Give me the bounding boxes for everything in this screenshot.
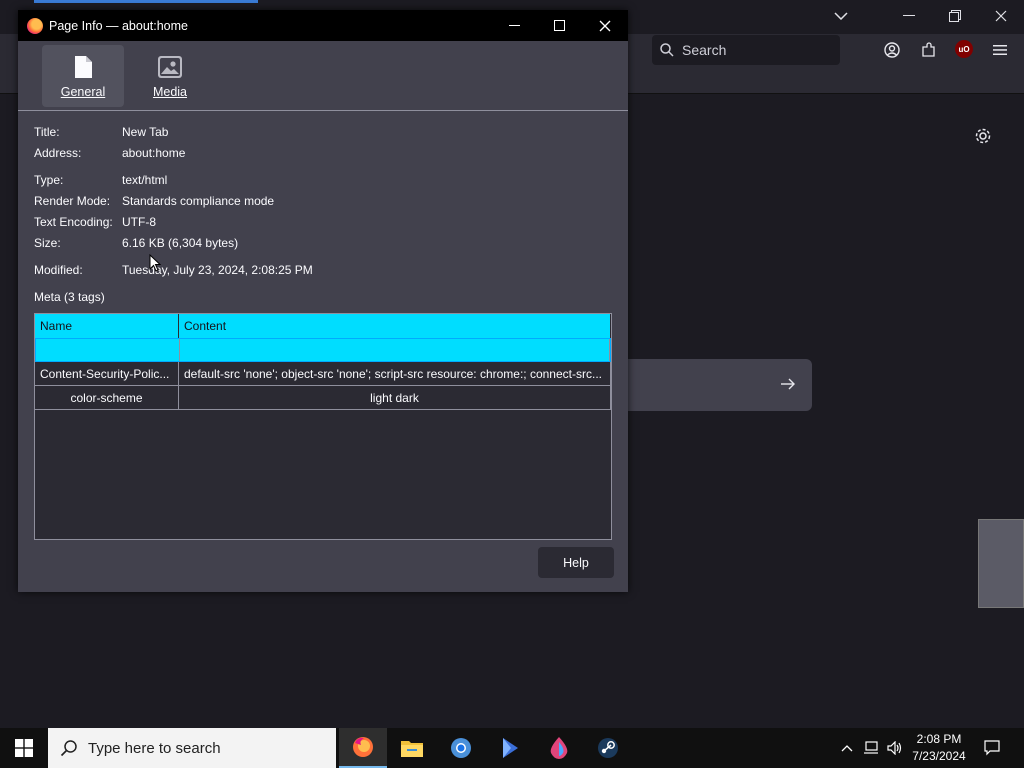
- newtab-search-go-button[interactable]: [776, 372, 800, 396]
- notification-icon: [984, 740, 1000, 756]
- dialog-title: Page Info — about:home: [49, 18, 188, 33]
- chevron-down-icon: [834, 12, 848, 20]
- clock-date: 7/23/2024: [912, 749, 966, 763]
- taskbar-clock[interactable]: 2:08 PM 7/23/2024: [908, 731, 970, 765]
- arrow-right-icon: [781, 378, 795, 390]
- meta-content-cell: default-src 'none'; object-src 'none'; s…: [179, 362, 611, 385]
- browser-close-button[interactable]: [978, 0, 1024, 32]
- type-label: Type:: [34, 173, 64, 187]
- network-icon: [864, 741, 878, 754]
- size-label: Size:: [34, 236, 61, 250]
- browser-restore-button[interactable]: [932, 0, 978, 32]
- taskbar-search-placeholder: Type here to search: [88, 739, 221, 757]
- dialog-minimize-button[interactable]: [491, 10, 537, 41]
- browser-search-box[interactable]: Search: [652, 35, 840, 65]
- search-icon: [60, 740, 77, 757]
- address-label: Address:: [34, 146, 82, 160]
- extensions-button[interactable]: [917, 38, 941, 62]
- document-icon: [75, 56, 92, 78]
- table-row[interactable]: [35, 338, 611, 362]
- modified-label: Modified:: [34, 263, 83, 277]
- search-icon: [660, 43, 674, 57]
- start-button[interactable]: [0, 728, 48, 768]
- render-mode-label: Render Mode:: [34, 194, 111, 208]
- app-play-icon: [503, 738, 518, 758]
- close-icon: [995, 10, 1007, 22]
- hamburger-menu-icon: [993, 45, 1007, 55]
- minimize-icon: [903, 15, 915, 16]
- taskbar-app-drop[interactable]: [535, 728, 583, 768]
- browser-minimize-button[interactable]: [886, 0, 932, 32]
- account-icon: [884, 42, 900, 58]
- meta-name-cell: [36, 339, 180, 361]
- size-value: 6.16 KB (6,304 bytes): [122, 236, 239, 250]
- firefox-logo-icon: [27, 17, 43, 34]
- network-tray-icon[interactable]: [861, 728, 881, 768]
- type-value: text/html: [122, 173, 168, 187]
- meta-table-header: Name Content: [35, 314, 611, 338]
- dialog-close-button[interactable]: [582, 10, 628, 41]
- ublock-extension-icon[interactable]: uO: [955, 40, 973, 58]
- title-value: New Tab: [122, 125, 169, 139]
- help-button[interactable]: Help: [538, 547, 614, 578]
- image-icon: [158, 56, 182, 78]
- meta-table[interactable]: Name Content Content-Security-Polic... d…: [34, 313, 612, 540]
- speaker-icon: [887, 741, 902, 755]
- taskbar-steam[interactable]: [584, 728, 632, 768]
- taskbar-firefox[interactable]: [339, 728, 387, 768]
- active-tab-indicator: [34, 0, 258, 3]
- encoding-value: UTF-8: [122, 215, 156, 229]
- column-header-name[interactable]: Name: [35, 314, 179, 338]
- meta-content-cell: [180, 339, 610, 361]
- tab-general[interactable]: General: [42, 45, 124, 107]
- firefox-icon: [353, 737, 373, 757]
- encoding-label: Text Encoding:: [34, 215, 113, 229]
- chrome-icon: [451, 738, 471, 758]
- address-value: about:home: [122, 146, 186, 160]
- action-center-button[interactable]: [980, 728, 1004, 768]
- volume-tray-icon[interactable]: [885, 728, 905, 768]
- meta-name-cell: Content-Security-Polic...: [35, 362, 179, 385]
- restore-icon: [949, 10, 961, 22]
- steam-icon: [598, 738, 618, 758]
- account-button[interactable]: [880, 38, 904, 62]
- folder-icon: [401, 741, 423, 757]
- minimize-icon: [508, 24, 520, 26]
- taskbar-chrome[interactable]: [437, 728, 485, 768]
- tab-media[interactable]: Media: [129, 45, 211, 107]
- puzzle-icon: [922, 42, 935, 57]
- browser-search-placeholder: Search: [682, 42, 727, 58]
- taskbar-app-blue[interactable]: [486, 728, 534, 768]
- taskbar-search-box[interactable]: Type here to search: [48, 728, 336, 768]
- page-info-dialog: Page Info — about:home General Media Tit…: [18, 10, 628, 592]
- dialog-maximize-button[interactable]: [536, 10, 582, 41]
- table-row[interactable]: Content-Security-Polic... default-src 'n…: [35, 362, 611, 386]
- render-mode-value: Standards compliance mode: [122, 194, 275, 208]
- close-icon: [599, 20, 611, 31]
- ublock-label: uO: [958, 44, 970, 54]
- list-all-tabs-button[interactable]: [818, 0, 864, 32]
- newtab-settings-button[interactable]: [972, 125, 994, 147]
- table-row[interactable]: color-scheme light dark: [35, 386, 611, 410]
- meta-heading: Meta (3 tags): [34, 290, 105, 304]
- background-panel-fragment: [978, 519, 1024, 608]
- clock-time: 2:08 PM: [916, 732, 962, 746]
- tab-media-label: Media: [152, 85, 188, 99]
- page-info-tabs: General Media: [18, 41, 628, 111]
- tab-general-label: General: [60, 85, 106, 99]
- maximize-icon: [553, 20, 565, 31]
- taskbar-file-explorer[interactable]: [388, 728, 436, 768]
- droplet-icon: [550, 737, 568, 759]
- mouse-cursor-icon: [149, 254, 161, 272]
- show-hidden-icons-button[interactable]: [838, 728, 856, 768]
- gear-icon: [975, 128, 991, 144]
- meta-content-cell: light dark: [179, 386, 611, 409]
- dialog-titlebar: Page Info — about:home: [18, 10, 628, 41]
- column-header-content[interactable]: Content: [179, 314, 611, 338]
- app-menu-button[interactable]: [988, 38, 1012, 62]
- title-label: Title:: [34, 125, 60, 139]
- windows-logo-icon: [15, 739, 33, 757]
- chevron-up-icon: [841, 745, 853, 752]
- meta-name-cell: color-scheme: [35, 386, 179, 409]
